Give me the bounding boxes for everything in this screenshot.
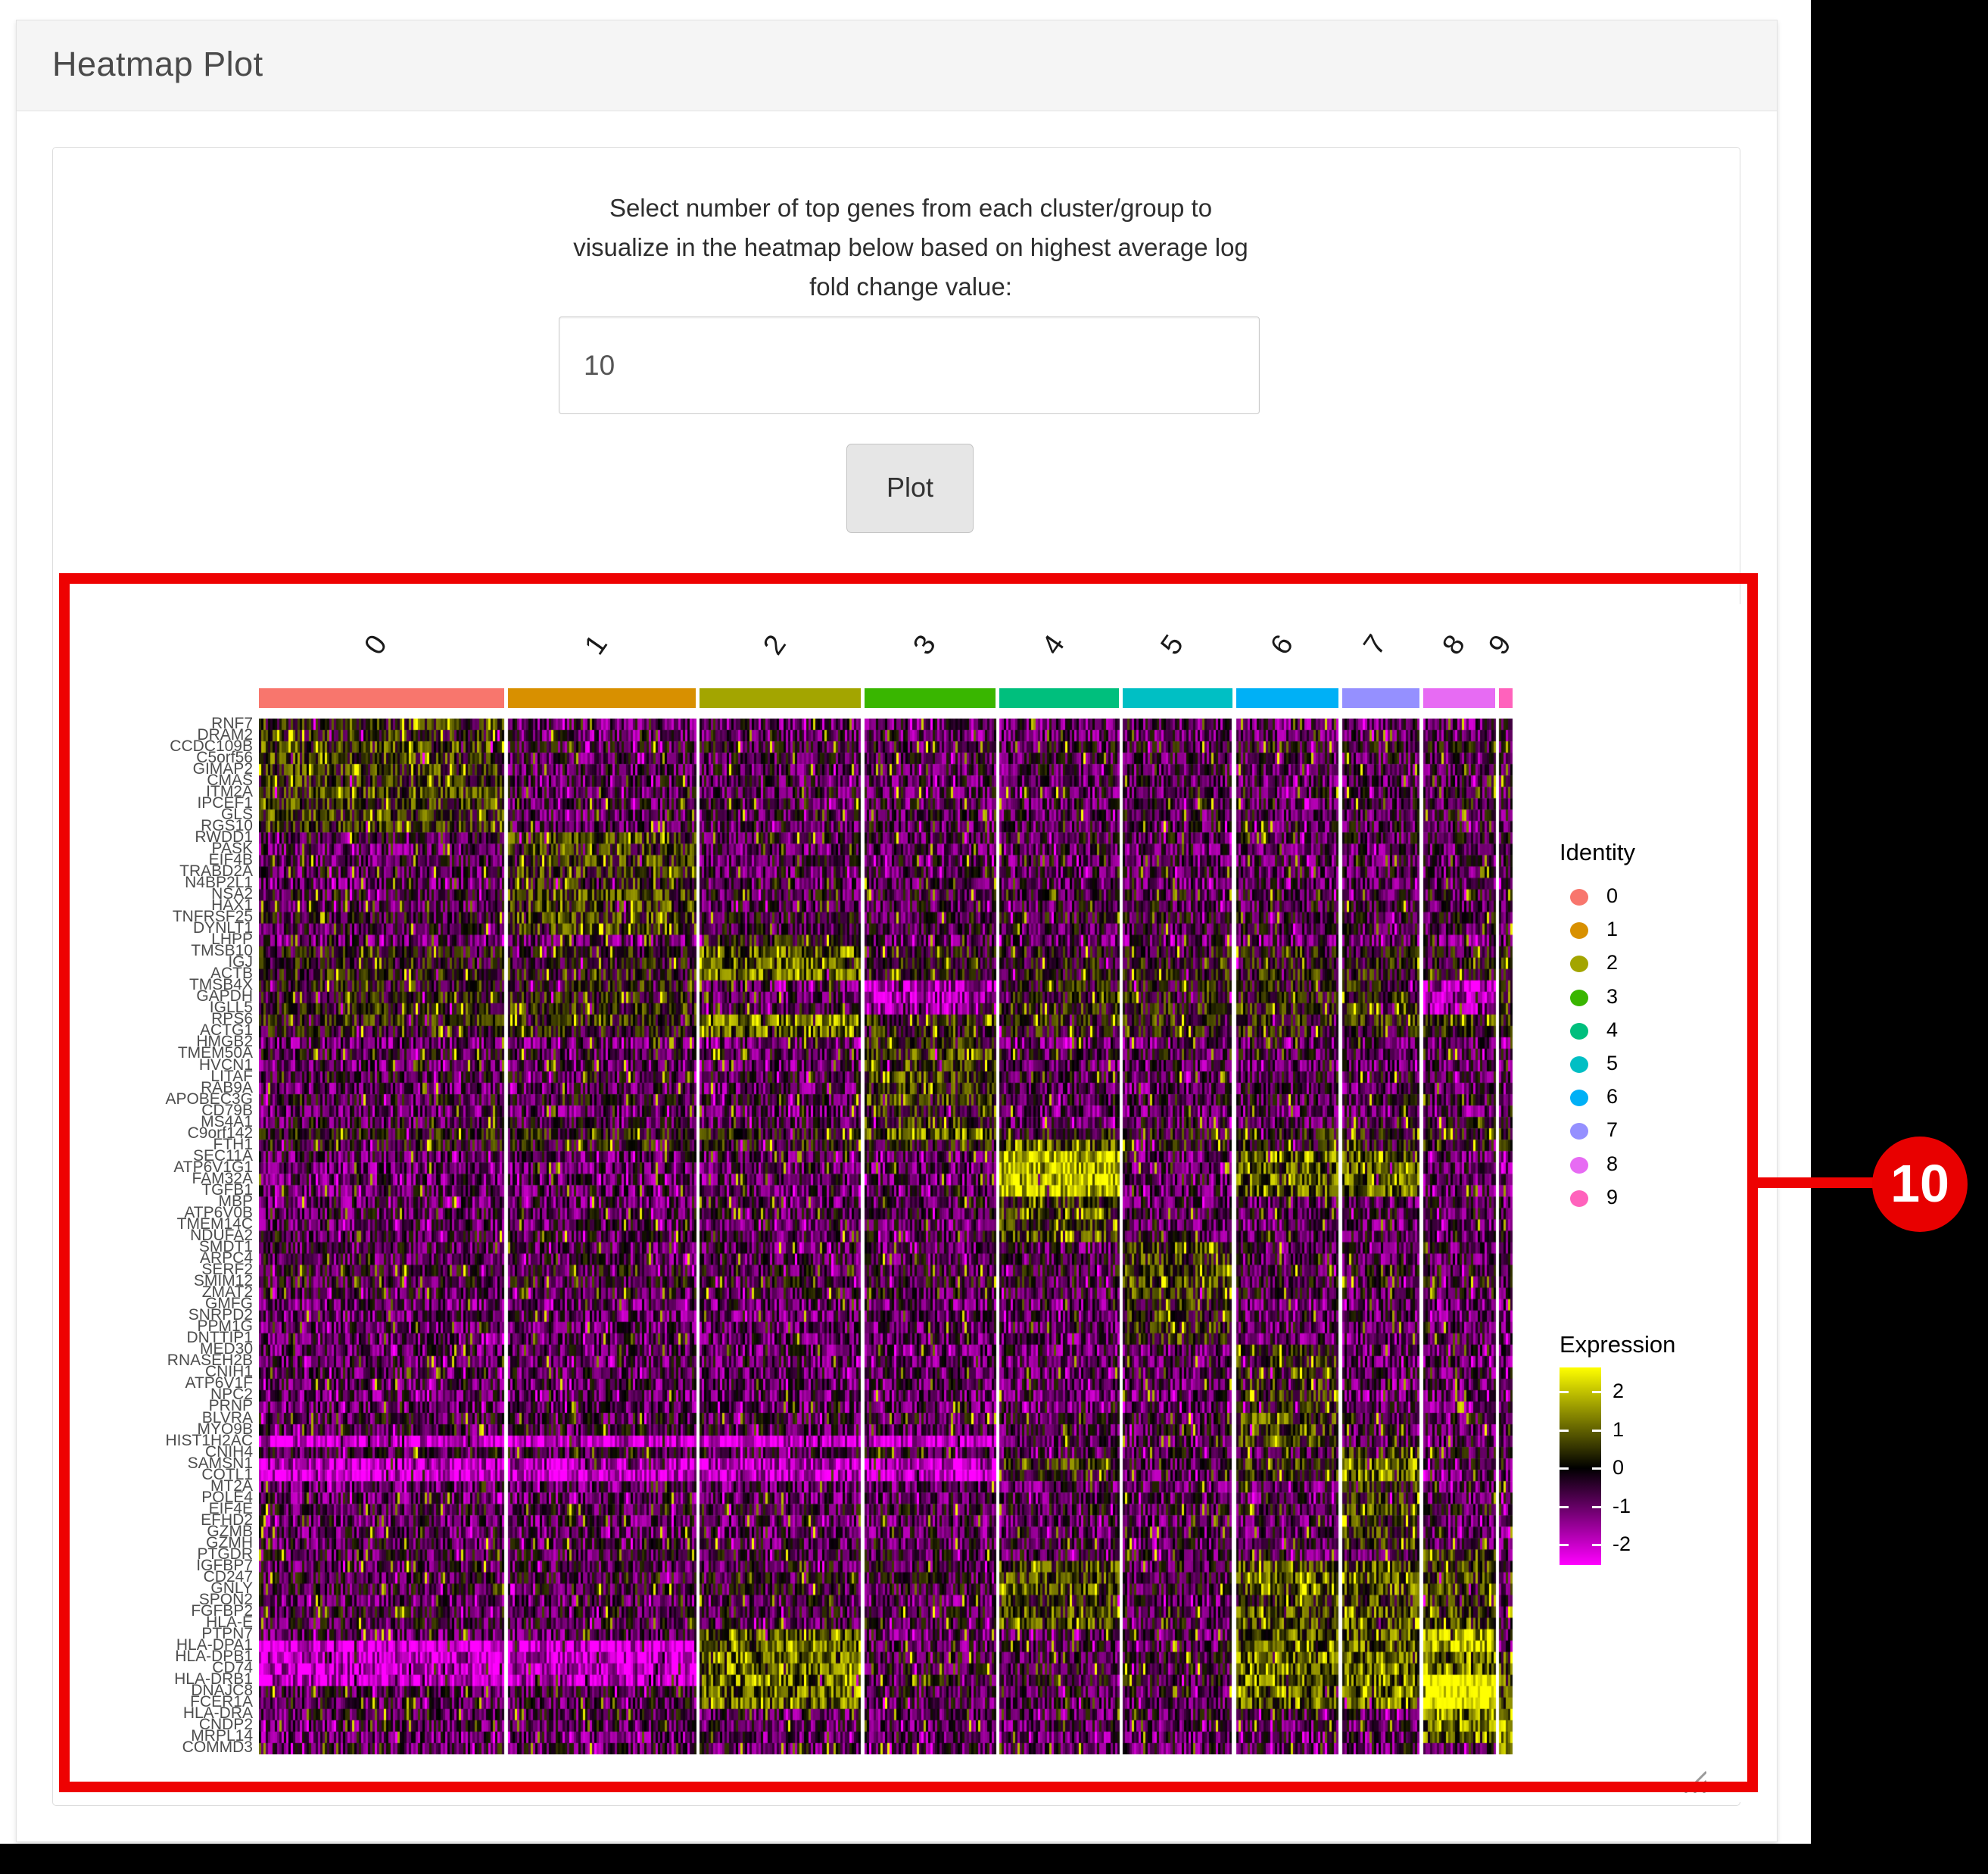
screenshot-stage: Heatmap Plot Select number of top genes … xyxy=(0,0,1988,1874)
heatmap-plot-output: 0123456789 RNF7DRAM2CCDC109BC5orf56GIMAP… xyxy=(86,604,1764,1802)
gene-axis-labels: RNF7DRAM2CCDC109BC5orf56GIMAP2CMASITM2AI… xyxy=(86,719,253,1754)
identity-label-1: 1 xyxy=(1606,918,1618,941)
identity-label-7: 7 xyxy=(1606,1118,1618,1142)
cluster-bar-0 xyxy=(259,688,504,708)
annotation-connector-line xyxy=(1753,1177,1874,1188)
plot-resize-handle[interactable] xyxy=(1679,1766,1706,1793)
identity-dot-2 xyxy=(1570,956,1588,972)
gene-label-COMMD3: COMMD3 xyxy=(182,1741,253,1754)
expression-tick-label-2: 2 xyxy=(1613,1380,1624,1403)
top-genes-count-input[interactable] xyxy=(559,316,1260,414)
cluster-column-label-9: 9 xyxy=(1479,623,1533,674)
cluster-column-label-3: 3 xyxy=(902,623,957,674)
expression-tick-label-1: 1 xyxy=(1613,1418,1624,1442)
expression-legend-title: Expression xyxy=(1560,1331,1756,1358)
identity-legend: Identity 0123456789 xyxy=(1560,839,1756,866)
plot-button[interactable]: Plot xyxy=(846,444,974,533)
cluster-bar-2 xyxy=(700,688,861,708)
cluster-column-label-6: 6 xyxy=(1260,623,1314,674)
cluster-column-label-8: 8 xyxy=(1432,623,1486,674)
expression-tick-mark xyxy=(1592,1391,1601,1393)
expression-tick-mark xyxy=(1592,1467,1601,1470)
identity-dot-4 xyxy=(1570,1023,1588,1040)
cluster-bar-4 xyxy=(999,688,1119,708)
cluster-bar-6 xyxy=(1236,688,1338,708)
identity-dot-9 xyxy=(1570,1190,1588,1207)
identity-dot-1 xyxy=(1570,922,1588,939)
annotation-step-badge: 10 xyxy=(1872,1137,1968,1232)
cluster-bar-9 xyxy=(1499,688,1513,708)
identity-label-8: 8 xyxy=(1606,1152,1618,1176)
cluster-bar-3 xyxy=(865,688,996,708)
identity-legend-title: Identity xyxy=(1560,839,1756,866)
identity-legend-item-7: 7 xyxy=(1560,1115,1756,1149)
identity-dot-7 xyxy=(1570,1123,1588,1140)
identity-dot-5 xyxy=(1570,1056,1588,1073)
identity-legend-item-3: 3 xyxy=(1560,982,1756,1015)
cluster-column-label-0: 0 xyxy=(354,623,409,674)
identity-legend-item-6: 6 xyxy=(1560,1082,1756,1115)
expression-tick-mark xyxy=(1560,1391,1569,1393)
expression-colorbar xyxy=(1560,1367,1601,1565)
identity-dot-3 xyxy=(1570,990,1588,1006)
app-container: Heatmap Plot Select number of top genes … xyxy=(16,20,1778,1842)
expression-tick-mark xyxy=(1592,1506,1601,1508)
cluster-column-label-4: 4 xyxy=(1032,623,1086,674)
identity-label-5: 5 xyxy=(1606,1052,1618,1075)
identity-label-3: 3 xyxy=(1606,985,1618,1009)
cluster-bar-7 xyxy=(1342,688,1419,708)
identity-legend-item-8: 8 xyxy=(1560,1149,1756,1183)
identity-legend-item-2: 2 xyxy=(1560,948,1756,981)
page-title: Heatmap Plot xyxy=(52,45,263,84)
expression-tick-mark xyxy=(1560,1430,1569,1432)
expression-tick-mark xyxy=(1592,1430,1601,1432)
panel-header: Heatmap Plot xyxy=(17,20,1777,111)
gene-count-prompt: Select number of top genes from each clu… xyxy=(559,189,1263,307)
expression-tick-label-0: 0 xyxy=(1613,1456,1624,1480)
heatmap-cells-canvas xyxy=(259,719,1517,1754)
identity-legend-item-5: 5 xyxy=(1560,1049,1756,1082)
cluster-column-label-7: 7 xyxy=(1354,623,1408,674)
expression-tick-label--1: -1 xyxy=(1613,1495,1631,1518)
identity-label-9: 9 xyxy=(1606,1186,1618,1209)
expression-tick-mark xyxy=(1560,1506,1569,1508)
identity-label-4: 4 xyxy=(1606,1018,1618,1042)
identity-legend-item-0: 0 xyxy=(1560,881,1756,915)
identity-label-6: 6 xyxy=(1606,1085,1618,1108)
identity-label-2: 2 xyxy=(1606,951,1618,974)
identity-label-0: 0 xyxy=(1606,884,1618,908)
cluster-bar-5 xyxy=(1123,688,1232,708)
expression-tick-mark xyxy=(1560,1544,1569,1546)
expression-tick-label--2: -2 xyxy=(1613,1533,1631,1556)
identity-dot-6 xyxy=(1570,1090,1588,1106)
identity-dot-8 xyxy=(1570,1157,1588,1174)
app-page: Heatmap Plot Select number of top genes … xyxy=(0,0,1811,1844)
identity-legend-item-4: 4 xyxy=(1560,1015,1756,1049)
cluster-column-label-1: 1 xyxy=(575,623,629,674)
expression-legend: Expression 210-1-2 xyxy=(1560,1331,1756,1358)
identity-dot-0 xyxy=(1570,889,1588,906)
cluster-bar-1 xyxy=(508,688,696,708)
expression-tick-mark xyxy=(1560,1467,1569,1470)
identity-legend-item-9: 9 xyxy=(1560,1183,1756,1216)
cluster-column-label-5: 5 xyxy=(1150,623,1204,674)
identity-legend-item-1: 1 xyxy=(1560,915,1756,948)
cluster-column-label-2: 2 xyxy=(753,623,807,674)
expression-tick-mark xyxy=(1592,1544,1601,1546)
cluster-bar-8 xyxy=(1423,688,1495,708)
